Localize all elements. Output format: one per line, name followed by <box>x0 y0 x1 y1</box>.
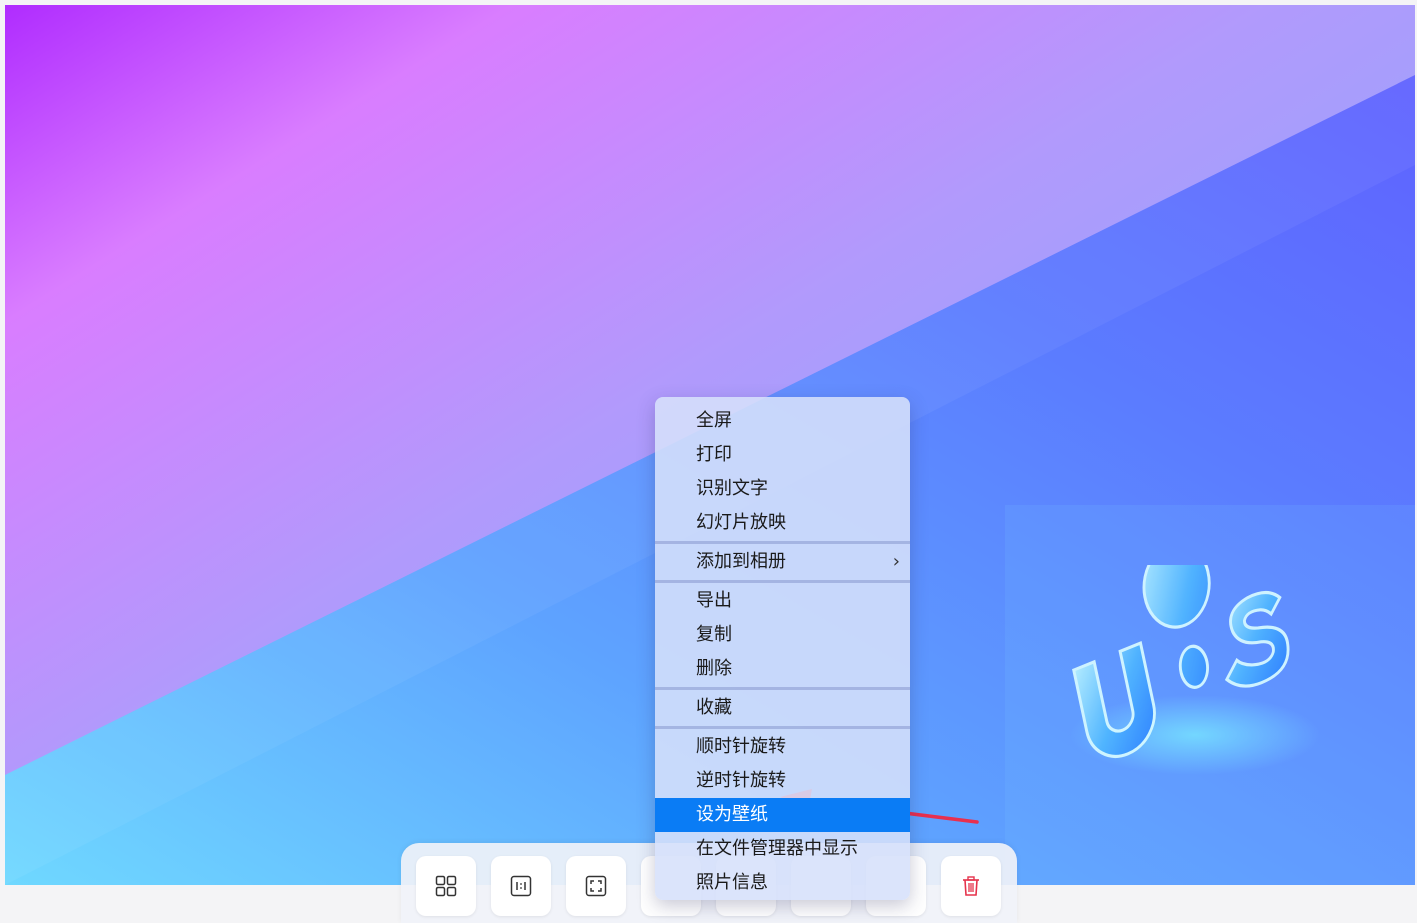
original-size-icon <box>510 875 532 897</box>
menu-separator <box>655 726 910 729</box>
image-viewer-window: 全屏 打印 识别文字 幻灯片放映 添加到相册 › 导出 复制 删除 收藏 顺时针… <box>0 0 1417 923</box>
menu-item-rotate-clockwise[interactable]: 顺时针旋转 <box>655 730 910 764</box>
thumbnail-grid-icon <box>435 875 457 897</box>
menu-item-photo-info[interactable]: 照片信息 <box>655 866 910 900</box>
menu-item-favorite[interactable]: 收藏 <box>655 691 910 725</box>
menu-separator <box>655 541 910 544</box>
chevron-right-icon: › <box>892 551 900 572</box>
uos-logo <box>1070 565 1320 775</box>
delete-button[interactable] <box>941 856 1001 916</box>
context-menu: 全屏 打印 识别文字 幻灯片放映 添加到相册 › 导出 复制 删除 收藏 顺时针… <box>655 397 910 900</box>
trash-icon <box>963 876 979 896</box>
menu-item-set-wallpaper[interactable]: 设为壁纸 <box>655 798 910 832</box>
original-size-button[interactable] <box>491 856 551 916</box>
menu-separator <box>655 580 910 583</box>
fit-window-button[interactable] <box>566 856 626 916</box>
menu-item-slideshow[interactable]: 幻灯片放映 <box>655 506 910 540</box>
menu-item-rotate-counterclockwise[interactable]: 逆时针旋转 <box>655 764 910 798</box>
fit-window-icon <box>585 875 607 897</box>
menu-item-add-to-album[interactable]: 添加到相册 › <box>655 545 910 579</box>
thumbnail-view-button[interactable] <box>416 856 476 916</box>
menu-separator <box>655 687 910 690</box>
menu-item-delete[interactable]: 删除 <box>655 652 910 686</box>
menu-item-label: 添加到相册 <box>696 551 786 572</box>
menu-item-fullscreen[interactable]: 全屏 <box>655 404 910 438</box>
menu-item-ocr[interactable]: 识别文字 <box>655 472 910 506</box>
menu-item-copy[interactable]: 复制 <box>655 618 910 652</box>
menu-item-export[interactable]: 导出 <box>655 584 910 618</box>
menu-item-show-in-file-manager[interactable]: 在文件管理器中显示 <box>655 832 910 866</box>
menu-item-print[interactable]: 打印 <box>655 438 910 472</box>
